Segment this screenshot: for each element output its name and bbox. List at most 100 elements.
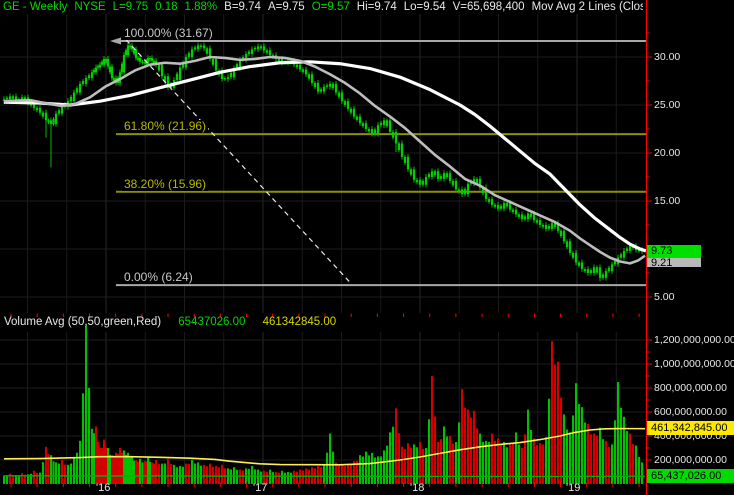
candle-body [75,88,79,93]
candle-body [535,220,539,223]
volume-bar [206,466,209,484]
fib-arrow-icon [110,37,121,45]
volume-bar [470,417,473,484]
candle-body [523,216,527,220]
candle-body [160,64,164,77]
candle-body [60,106,64,114]
candle-body [400,143,404,157]
volume-bar [605,440,608,484]
volume-bar [188,464,191,484]
candle-body [328,83,332,87]
volume-bar [101,447,104,484]
volume-bar [125,454,128,484]
fib-label-100[interactable]: 100.00% (31.67) [122,26,215,40]
volume-bar [392,426,395,484]
candle-body [376,125,380,134]
candle-body [337,92,341,97]
volume-bar [575,383,578,484]
volume-bar [61,460,64,484]
candle-body [102,58,106,65]
volume-avg-red-marker: 461,342,845.00 [647,421,734,435]
candle-body [134,49,138,58]
volume-bar [371,452,374,484]
volume-bar [488,441,491,484]
volume-bar [641,462,644,484]
volume-bar [119,448,122,484]
fib-label-61-8[interactable]: 61.80% (21.96) [122,120,209,134]
volume-bar [386,445,389,484]
volume-bar [332,451,335,484]
candle-body [226,77,230,80]
candle-body [547,225,551,229]
year-label: '19 [566,482,581,494]
volume-bar [434,416,437,484]
candle-body [331,83,335,89]
candle-body [346,101,350,109]
candle-body [199,45,203,47]
candle-body [313,82,317,88]
candle-body [493,204,497,207]
fib-label-38-2[interactable]: 38.20% (15.96) [122,177,209,191]
candle-body [44,112,48,121]
candle-body [136,57,140,60]
candle-body [490,199,494,205]
candle-body [583,269,587,272]
candle-body [126,45,130,56]
volume-bar [197,462,200,484]
price-volume-chart-canvas[interactable] [0,0,734,495]
candle-body [370,129,374,134]
volume-bar [425,448,428,484]
candle-body [110,66,114,79]
candle-body [430,171,434,177]
candle-body [265,50,269,53]
candle-body [580,262,584,270]
candle-body [406,156,410,170]
volume-bar [52,461,55,484]
candle-body [54,113,58,125]
volume-bar [185,463,188,484]
candle-body [355,116,359,120]
candle-body [457,189,461,192]
candle-body [11,96,15,99]
volume-bar [533,438,536,484]
candle-body [148,57,152,60]
volume-bar [151,462,154,484]
candle-body [622,250,626,258]
volume-bar [608,446,611,484]
candle-body [124,50,128,56]
candle-body [415,179,419,183]
candle-body [175,73,179,81]
volume-bar [302,470,305,484]
volume-bar [461,389,464,484]
candle-body [250,49,254,55]
trendline[interactable] [125,39,353,285]
volume-bar [115,452,118,484]
candle-body [122,55,126,73]
volume-bar [539,443,542,484]
candle-body [409,169,413,175]
volume-bar [133,460,136,484]
candle-body [577,262,581,266]
fib-label-0[interactable]: 0.00% (6.24) [122,271,195,285]
candle-body [412,169,416,180]
volume-bar [572,415,575,484]
volume-bar [623,416,626,484]
volume-bar [614,420,617,484]
volume-bar [212,466,215,484]
volume-bar [464,407,467,484]
volume-bar [335,462,338,484]
volume-bar [272,472,275,484]
volume-bar [338,465,341,484]
volume-bar [123,450,126,484]
volume-bar [149,461,152,484]
volume-bar [482,441,485,484]
price-axis-label: 30.00 [654,51,681,63]
volume-bar [236,469,239,484]
candle-body [598,267,602,278]
candle-body [508,202,512,210]
chart-window: GE - Weekly NYSE L=9.75 0.18 1.88% B=9.74 A=9.… [0,0,734,495]
volume-bar [419,442,422,484]
candle-body [517,214,521,217]
volume-bar [158,464,161,484]
volume-bar [135,460,138,484]
